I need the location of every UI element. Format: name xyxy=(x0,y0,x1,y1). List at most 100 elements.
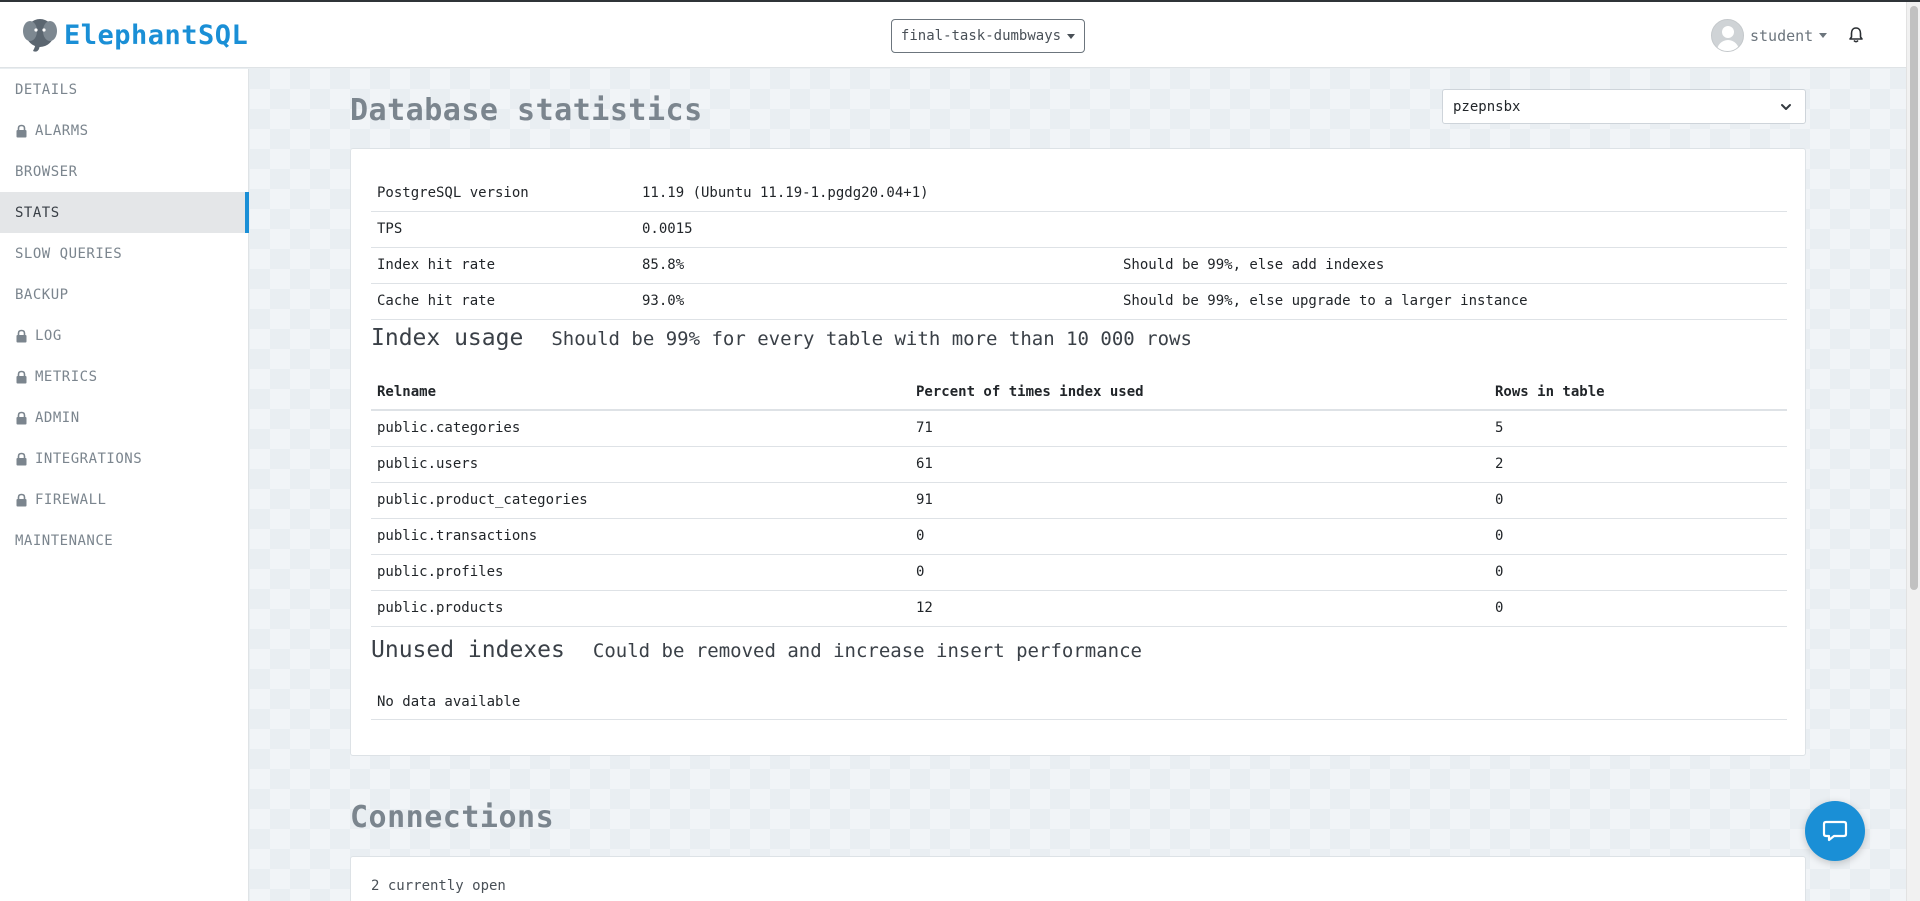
bell-icon[interactable] xyxy=(1847,26,1865,44)
percent-cell: 0 xyxy=(910,554,1489,591)
brand[interactable]: ElephantSQL xyxy=(22,16,248,54)
sidebar-item-label: DETAILS xyxy=(15,81,78,98)
stat-label: PostgreSQL version xyxy=(371,175,636,212)
lock-icon xyxy=(16,124,27,137)
relname-cell: public.product_categories xyxy=(371,482,910,519)
unused-indexes-subheading: Could be removed and increase insert per… xyxy=(592,640,1142,662)
connections-card: 2 currently open xyxy=(350,856,1806,901)
relname-cell: public.categories xyxy=(371,410,910,447)
sidebar-item-backup[interactable]: BACKUP xyxy=(0,274,248,315)
rows-cell: 0 xyxy=(1489,590,1787,627)
sidebar-item-admin[interactable]: ADMIN xyxy=(0,397,248,438)
sidebar-item-label: STATS xyxy=(15,204,60,221)
sidebar-item-firewall[interactable]: FIREWALL xyxy=(0,479,248,520)
stat-label: TPS xyxy=(371,211,636,248)
relname-cell: public.users xyxy=(371,446,910,483)
table-row: public.profiles 0 0 xyxy=(371,554,1787,591)
table-row: Index hit rate 85.8% Should be 99%, else a… xyxy=(371,247,1787,284)
index-usage-heading: Index usage xyxy=(371,325,524,351)
main-content: Database statistics pzepnsbx PostgreSQL … xyxy=(250,69,1906,901)
page-title: Database statistics xyxy=(350,93,703,128)
sidebar-item-label: ADMIN xyxy=(35,409,80,426)
sidebar-item-label: LOG xyxy=(35,327,62,344)
sidebar-item-label: INTEGRATIONS xyxy=(35,450,143,467)
sidebar-item-label: MAINTENANCE xyxy=(15,532,114,549)
sidebar-item-details[interactable]: DETAILS xyxy=(0,69,248,110)
sidebar-item-maintenance[interactable]: MAINTENANCE xyxy=(0,520,248,561)
sidebar-item-log[interactable]: LOG xyxy=(0,315,248,356)
sidebar-item-integrations[interactable]: INTEGRATIONS xyxy=(0,438,248,479)
sidebar-item-label: BROWSER xyxy=(15,163,78,180)
sidebar-item-label: METRICS xyxy=(35,368,98,385)
percent-cell: 71 xyxy=(910,410,1489,447)
caret-down-icon xyxy=(1819,33,1828,38)
unused-indexes-heading: Unused indexes xyxy=(371,637,565,663)
page-scrollbar[interactable] xyxy=(1906,2,1920,901)
column-header-percent: Percent of times index used xyxy=(910,374,1489,411)
sidebar-item-metrics[interactable]: METRICS xyxy=(0,356,248,397)
table-row: PostgreSQL version 11.19 (Ubuntu 11.19-1.… xyxy=(371,175,1787,212)
table-row: public.products 12 0 xyxy=(371,590,1787,627)
sidebar-item-label: ALARMS xyxy=(35,122,89,139)
instance-dropdown-label: final-task-dumbways xyxy=(900,28,1062,44)
column-header-rows: Rows in table xyxy=(1489,374,1787,411)
table-header-row: Relname Percent of times index used Rows… xyxy=(371,374,1787,411)
stat-value: 93.0% xyxy=(636,283,1117,320)
stat-value: 85.8% xyxy=(636,247,1117,284)
elephant-logo-icon xyxy=(23,19,57,52)
caret-down-icon xyxy=(1067,33,1076,39)
user-name: student xyxy=(1750,26,1814,45)
table-row: public.product_categories 91 0 xyxy=(371,482,1787,519)
relname-cell: public.profiles xyxy=(371,554,910,591)
rows-cell: 0 xyxy=(1489,554,1787,591)
stat-label: Index hit rate xyxy=(371,247,636,284)
table-row: Cache hit rate 93.0% Should be 99%, else u… xyxy=(371,283,1787,320)
instance-dropdown[interactable]: final-task-dumbways xyxy=(891,19,1085,53)
index-usage-subheading: Should be 99% for every table with more … xyxy=(551,328,1192,350)
stat-note xyxy=(1117,211,1787,248)
user-menu[interactable]: student xyxy=(1711,19,1828,52)
stat-note: Should be 99%, else add indexes xyxy=(1117,247,1787,284)
rows-cell: 2 xyxy=(1489,446,1787,483)
connections-count: 2 currently open xyxy=(371,878,506,894)
sidebar-item-slow-queries[interactable]: SLOW QUERIES xyxy=(0,233,248,274)
percent-cell: 0 xyxy=(910,518,1489,555)
lock-icon xyxy=(16,411,27,424)
lock-icon xyxy=(16,452,27,465)
relname-cell: public.transactions xyxy=(371,518,910,555)
brand-name: ElephantSQL xyxy=(64,19,249,51)
table-row: public.transactions 0 0 xyxy=(371,518,1787,555)
column-header-relname: Relname xyxy=(371,374,910,411)
stat-value: 11.19 (Ubuntu 11.19-1.pgdg20.04+1) xyxy=(636,175,1117,212)
index-usage-table: Relname Percent of times index used Rows… xyxy=(371,374,1787,627)
stat-value: 0.0015 xyxy=(636,211,1117,248)
unused-indexes-header: Unused indexes Could be removed and incr… xyxy=(371,637,1142,663)
chat-bubble-icon xyxy=(1822,820,1848,842)
percent-cell: 12 xyxy=(910,590,1489,627)
database-select[interactable]: pzepnsbx xyxy=(1442,89,1806,124)
lock-icon xyxy=(16,493,27,506)
lock-icon xyxy=(16,329,27,342)
sidebar-item-label: FIREWALL xyxy=(35,491,107,508)
percent-cell: 61 xyxy=(910,446,1489,483)
statistics-card: PostgreSQL version 11.19 (Ubuntu 11.19-1.… xyxy=(350,148,1806,756)
sidebar-item-stats[interactable]: STATS xyxy=(0,192,249,233)
sidebar-item-alarms[interactable]: ALARMS xyxy=(0,110,248,151)
top-navbar: ElephantSQL final-task-dumbways student xyxy=(0,2,1906,68)
rows-cell: 0 xyxy=(1489,482,1787,519)
scrollbar-thumb[interactable] xyxy=(1910,6,1918,590)
stat-note: Should be 99%, else upgrade to a larger … xyxy=(1117,283,1787,320)
sidebar: DETAILS ALARMS BROWSER STATS SLOW QUERIES BAC… xyxy=(0,69,249,901)
stat-label: Cache hit rate xyxy=(371,283,636,320)
table-row: TPS 0.0015 xyxy=(371,211,1787,248)
sidebar-item-label: BACKUP xyxy=(15,286,69,303)
avatar xyxy=(1711,19,1744,52)
relname-cell: public.products xyxy=(371,590,910,627)
chat-button[interactable] xyxy=(1805,801,1865,861)
chevron-down-icon xyxy=(1781,104,1791,110)
connections-title: Connections xyxy=(350,800,555,835)
unused-indexes-empty: No data available xyxy=(371,684,1787,720)
lock-icon xyxy=(16,370,27,383)
stats-table: PostgreSQL version 11.19 (Ubuntu 11.19-1.… xyxy=(371,175,1787,320)
sidebar-item-browser[interactable]: BROWSER xyxy=(0,151,248,192)
